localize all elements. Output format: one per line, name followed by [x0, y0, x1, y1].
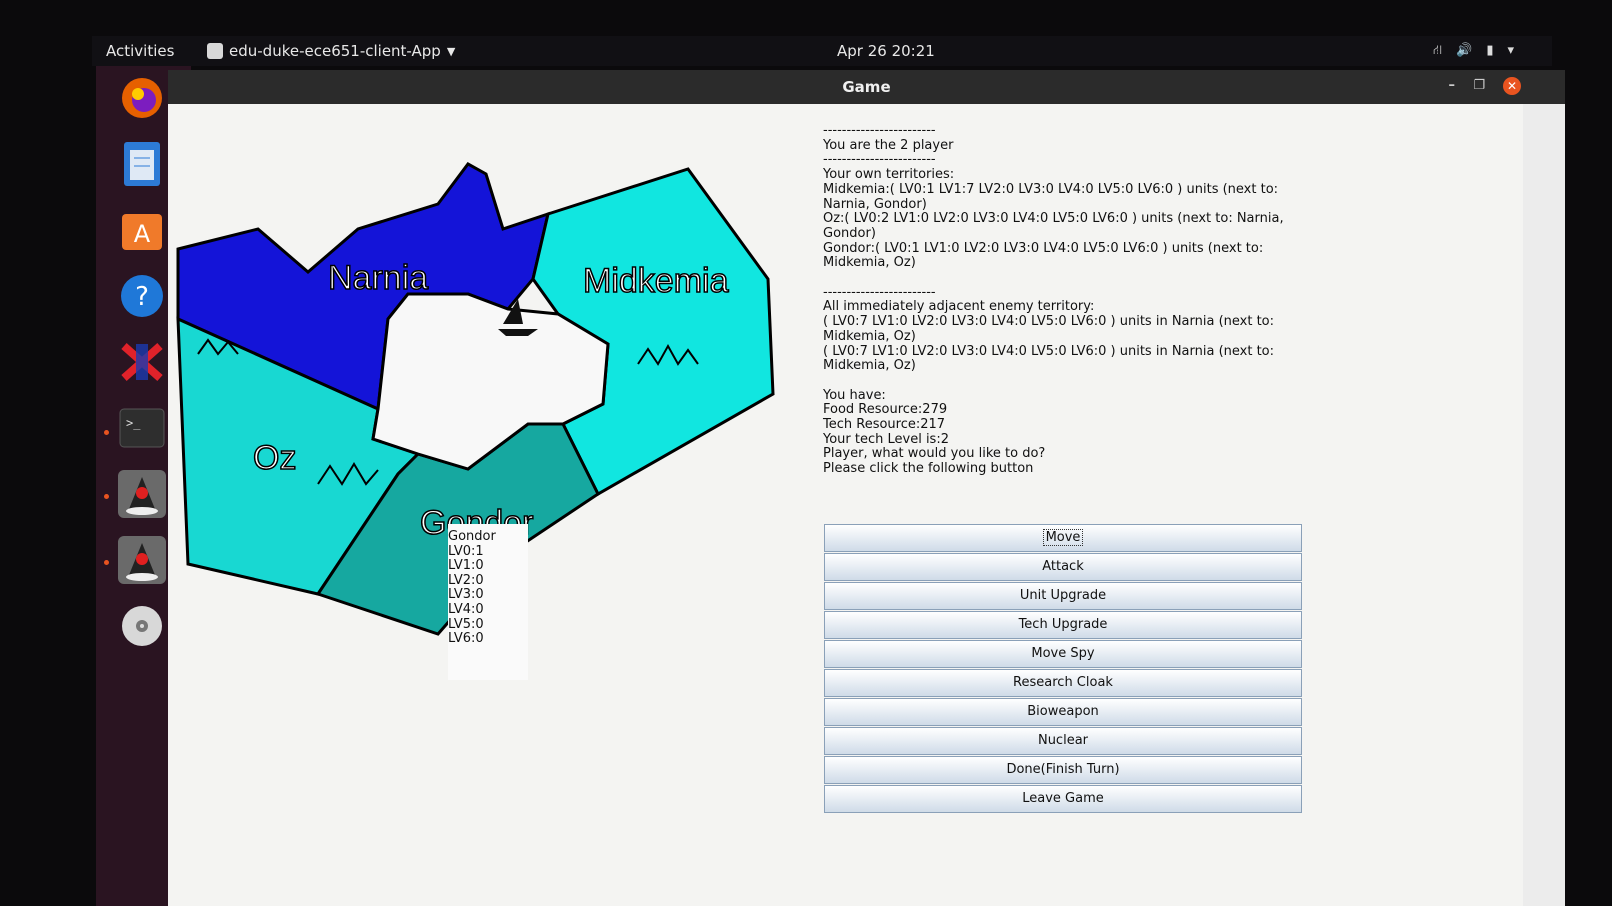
info-line: Your tech Level is:2: [823, 431, 949, 447]
move-spy-button[interactable]: Move Spy: [824, 640, 1302, 668]
info-line: [823, 271, 1343, 286]
info-line: ( LV0:7 LV1:0 LV2:0 LV3:0 LV4:0 LV5:0 LV…: [823, 343, 1275, 359]
window-title: Game: [842, 78, 891, 96]
software-icon[interactable]: A: [114, 202, 170, 258]
info-line: All immediately adjacent enemy territory…: [823, 299, 1095, 315]
info-line: Gondor): [823, 225, 876, 241]
label-narnia: Narnia: [328, 259, 428, 297]
game-info-text: ------------------------ You are the 2 p…: [823, 123, 1343, 477]
info-line: [823, 374, 1343, 389]
info-line: Midkemia, Oz): [823, 255, 916, 271]
territory-tooltip: Gondor LV0:1 LV1:0 LV2:0 LV3:0 LV4:0 LV5…: [448, 524, 528, 680]
tooltip-line: LV0:1: [448, 543, 484, 559]
svg-text:A: A: [134, 220, 151, 248]
game-content: Narnia Midkemia Oz Gondor Gondor LV0:1 L…: [168, 104, 1523, 906]
files-icon[interactable]: [114, 136, 170, 192]
attack-button[interactable]: Attack: [824, 553, 1302, 581]
leave-game-button[interactable]: Leave Game: [824, 785, 1302, 813]
tooltip-line: LV4:0: [448, 601, 484, 617]
unit-upgrade-button[interactable]: Unit Upgrade: [824, 582, 1302, 610]
java-icon-2[interactable]: [114, 532, 170, 588]
disc-icon[interactable]: [114, 598, 170, 654]
info-line: Gondor:( LV0:1 LV1:0 LV2:0 LV3:0 LV4:0 L…: [823, 240, 1264, 256]
info-line: ------------------------: [823, 123, 936, 138]
xming-icon[interactable]: [114, 334, 170, 390]
label-oz: Oz: [253, 439, 296, 477]
chevron-down-icon: ▼: [446, 44, 456, 58]
info-line: Food Resource:279: [823, 402, 948, 418]
info-line: Tech Resource:217: [823, 417, 946, 433]
tooltip-line: LV6:0: [448, 631, 484, 647]
tooltip-line: LV3:0: [448, 587, 484, 603]
info-line: You are the 2 player: [823, 137, 954, 153]
game-window: Game – ❐ ✕ Narnia Midkemia Oz Gondor Gon…: [168, 70, 1565, 906]
app-icon: [207, 43, 223, 59]
svg-text:>_: >_: [126, 416, 141, 430]
bioweapon-button[interactable]: Bioweapon: [824, 698, 1302, 726]
svg-text:?: ?: [135, 282, 149, 312]
tech-upgrade-button[interactable]: Tech Upgrade: [824, 611, 1302, 639]
info-line: Midkemia, Oz): [823, 328, 916, 344]
app-menu[interactable]: edu-duke-ece651-client-App ▼: [207, 42, 455, 60]
info-line: Your own territories:: [823, 167, 955, 183]
terminal-icon[interactable]: >_: [114, 400, 170, 456]
info-line: ------------------------: [823, 152, 936, 168]
info-line: ------------------------: [823, 284, 936, 300]
info-line: Midkemia, Oz): [823, 358, 916, 374]
info-line: Please click the following button: [823, 461, 1034, 477]
chevron-down-icon: ▾: [1507, 43, 1514, 58]
network-icon: ⛙: [1432, 43, 1443, 58]
nuclear-button[interactable]: Nuclear: [824, 727, 1302, 755]
firefox-icon[interactable]: [114, 70, 170, 126]
info-line: Narnia, Gondor): [823, 196, 927, 212]
minimize-icon[interactable]: –: [1449, 78, 1456, 93]
info-line: Player, what would you like to do?: [823, 446, 1046, 462]
app-name: edu-duke-ece651-client-App: [229, 42, 441, 60]
label-midkemia: Midkemia: [583, 262, 729, 300]
action-buttons: Move Attack Unit Upgrade Tech Upgrade Mo…: [824, 524, 1304, 814]
info-line: Midkemia:( LV0:1 LV1:7 LV2:0 LV3:0 LV4:0…: [823, 181, 1279, 197]
info-line: You have:: [823, 387, 886, 403]
top-bar: Activities edu-duke-ece651-client-App ▼ …: [92, 36, 1552, 66]
done-finish-turn-button[interactable]: Done(Finish Turn): [824, 756, 1302, 784]
tooltip-line: LV5:0: [448, 616, 484, 632]
clock[interactable]: Apr 26 20:21: [837, 42, 935, 60]
tooltip-line: LV2:0: [448, 572, 484, 588]
research-cloak-button[interactable]: Research Cloak: [824, 669, 1302, 697]
close-icon[interactable]: ✕: [1503, 77, 1521, 95]
tooltip-line: LV1:0: [448, 558, 484, 574]
battery-icon: ▮: [1486, 43, 1494, 58]
maximize-icon[interactable]: ❐: [1473, 78, 1485, 93]
system-tray[interactable]: ⛙ 🔊 ▮ ▾: [1433, 43, 1514, 60]
move-button[interactable]: Move: [824, 524, 1302, 552]
help-icon[interactable]: ?: [114, 268, 170, 324]
activities-button[interactable]: Activities: [106, 42, 174, 60]
tooltip-line: Gondor: [448, 529, 496, 544]
java-icon[interactable]: [114, 466, 170, 522]
info-line: ( LV0:7 LV1:0 LV2:0 LV3:0 LV4:0 LV5:0 LV…: [823, 314, 1275, 330]
volume-icon: 🔊: [1456, 43, 1473, 58]
title-bar: Game – ❐ ✕: [168, 70, 1565, 104]
info-line: Oz:( LV0:2 LV1:0 LV2:0 LV3:0 LV4:0 LV5:0…: [823, 211, 1284, 227]
